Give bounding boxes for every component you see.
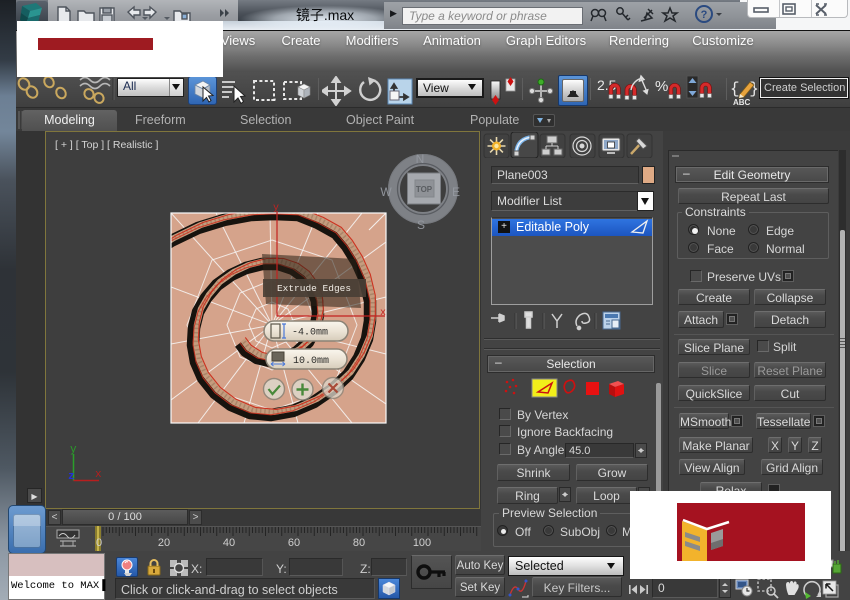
svg-text:60: 60 [288,537,300,549]
svg-text:x: x [95,469,102,481]
svg-text:40: 40 [223,537,235,549]
svg-text:%: % [655,78,668,95]
svg-text:10.0mm: 10.0mm [293,356,329,367]
svg-text:y: y [273,203,279,214]
svg-text:N: N [416,152,425,166]
svg-text:100: 100 [413,537,431,549]
svg-text:?: ? [701,9,708,21]
svg-text:y: y [70,444,77,456]
svg-text:E: E [452,185,460,199]
svg-text:80: 80 [353,537,365,549]
svg-text:z: z [68,471,75,483]
svg-text:x: x [380,308,386,319]
svg-text:Extrude Edges: Extrude Edges [277,283,351,294]
svg-text:-4.0mm: -4.0mm [292,328,328,339]
svg-text:0: 0 [96,537,102,549]
svg-text:20: 20 [158,537,170,549]
svg-text:ABC: ABC [733,98,751,106]
svg-text:S: S [417,218,425,232]
svg-text:W: W [380,185,392,199]
svg-text:TOP: TOP [416,185,433,194]
